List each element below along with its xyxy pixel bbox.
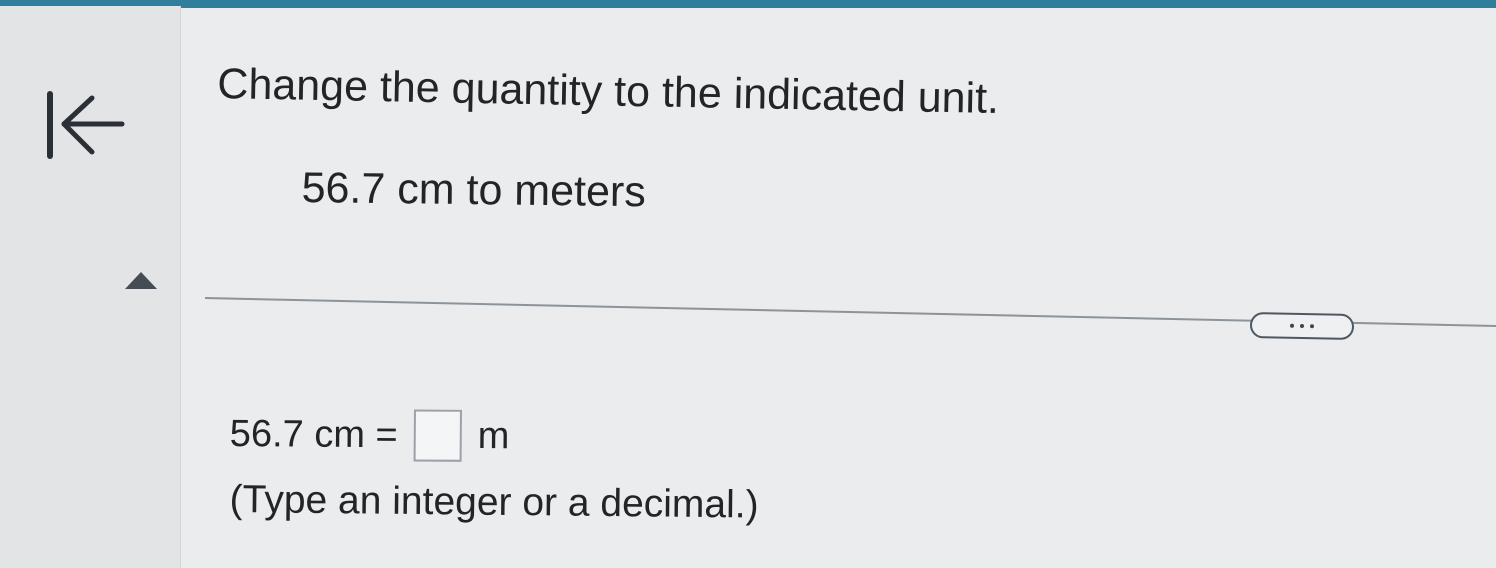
answer-format-hint: (Type an integer or a decimal.) <box>229 477 759 527</box>
collapse-question-button[interactable] <box>122 268 160 294</box>
answer-quantity: 56.7 cm = <box>229 412 398 457</box>
answer-unit: m <box>477 414 510 458</box>
left-navigation-rail <box>0 6 181 568</box>
more-options-icon <box>1299 323 1305 329</box>
problem-statement: 56.7 cm to meters <box>301 163 647 217</box>
more-options-button[interactable] <box>1249 312 1355 340</box>
back-to-first-button[interactable] <box>40 90 130 162</box>
answer-row: 56.7 cm = m <box>230 406 510 464</box>
answer-input[interactable] <box>413 409 462 462</box>
more-options-icon <box>1289 323 1295 328</box>
more-options-icon <box>1309 324 1315 329</box>
first-page-arrow-icon <box>47 91 125 159</box>
triangle-up-icon <box>125 272 157 289</box>
